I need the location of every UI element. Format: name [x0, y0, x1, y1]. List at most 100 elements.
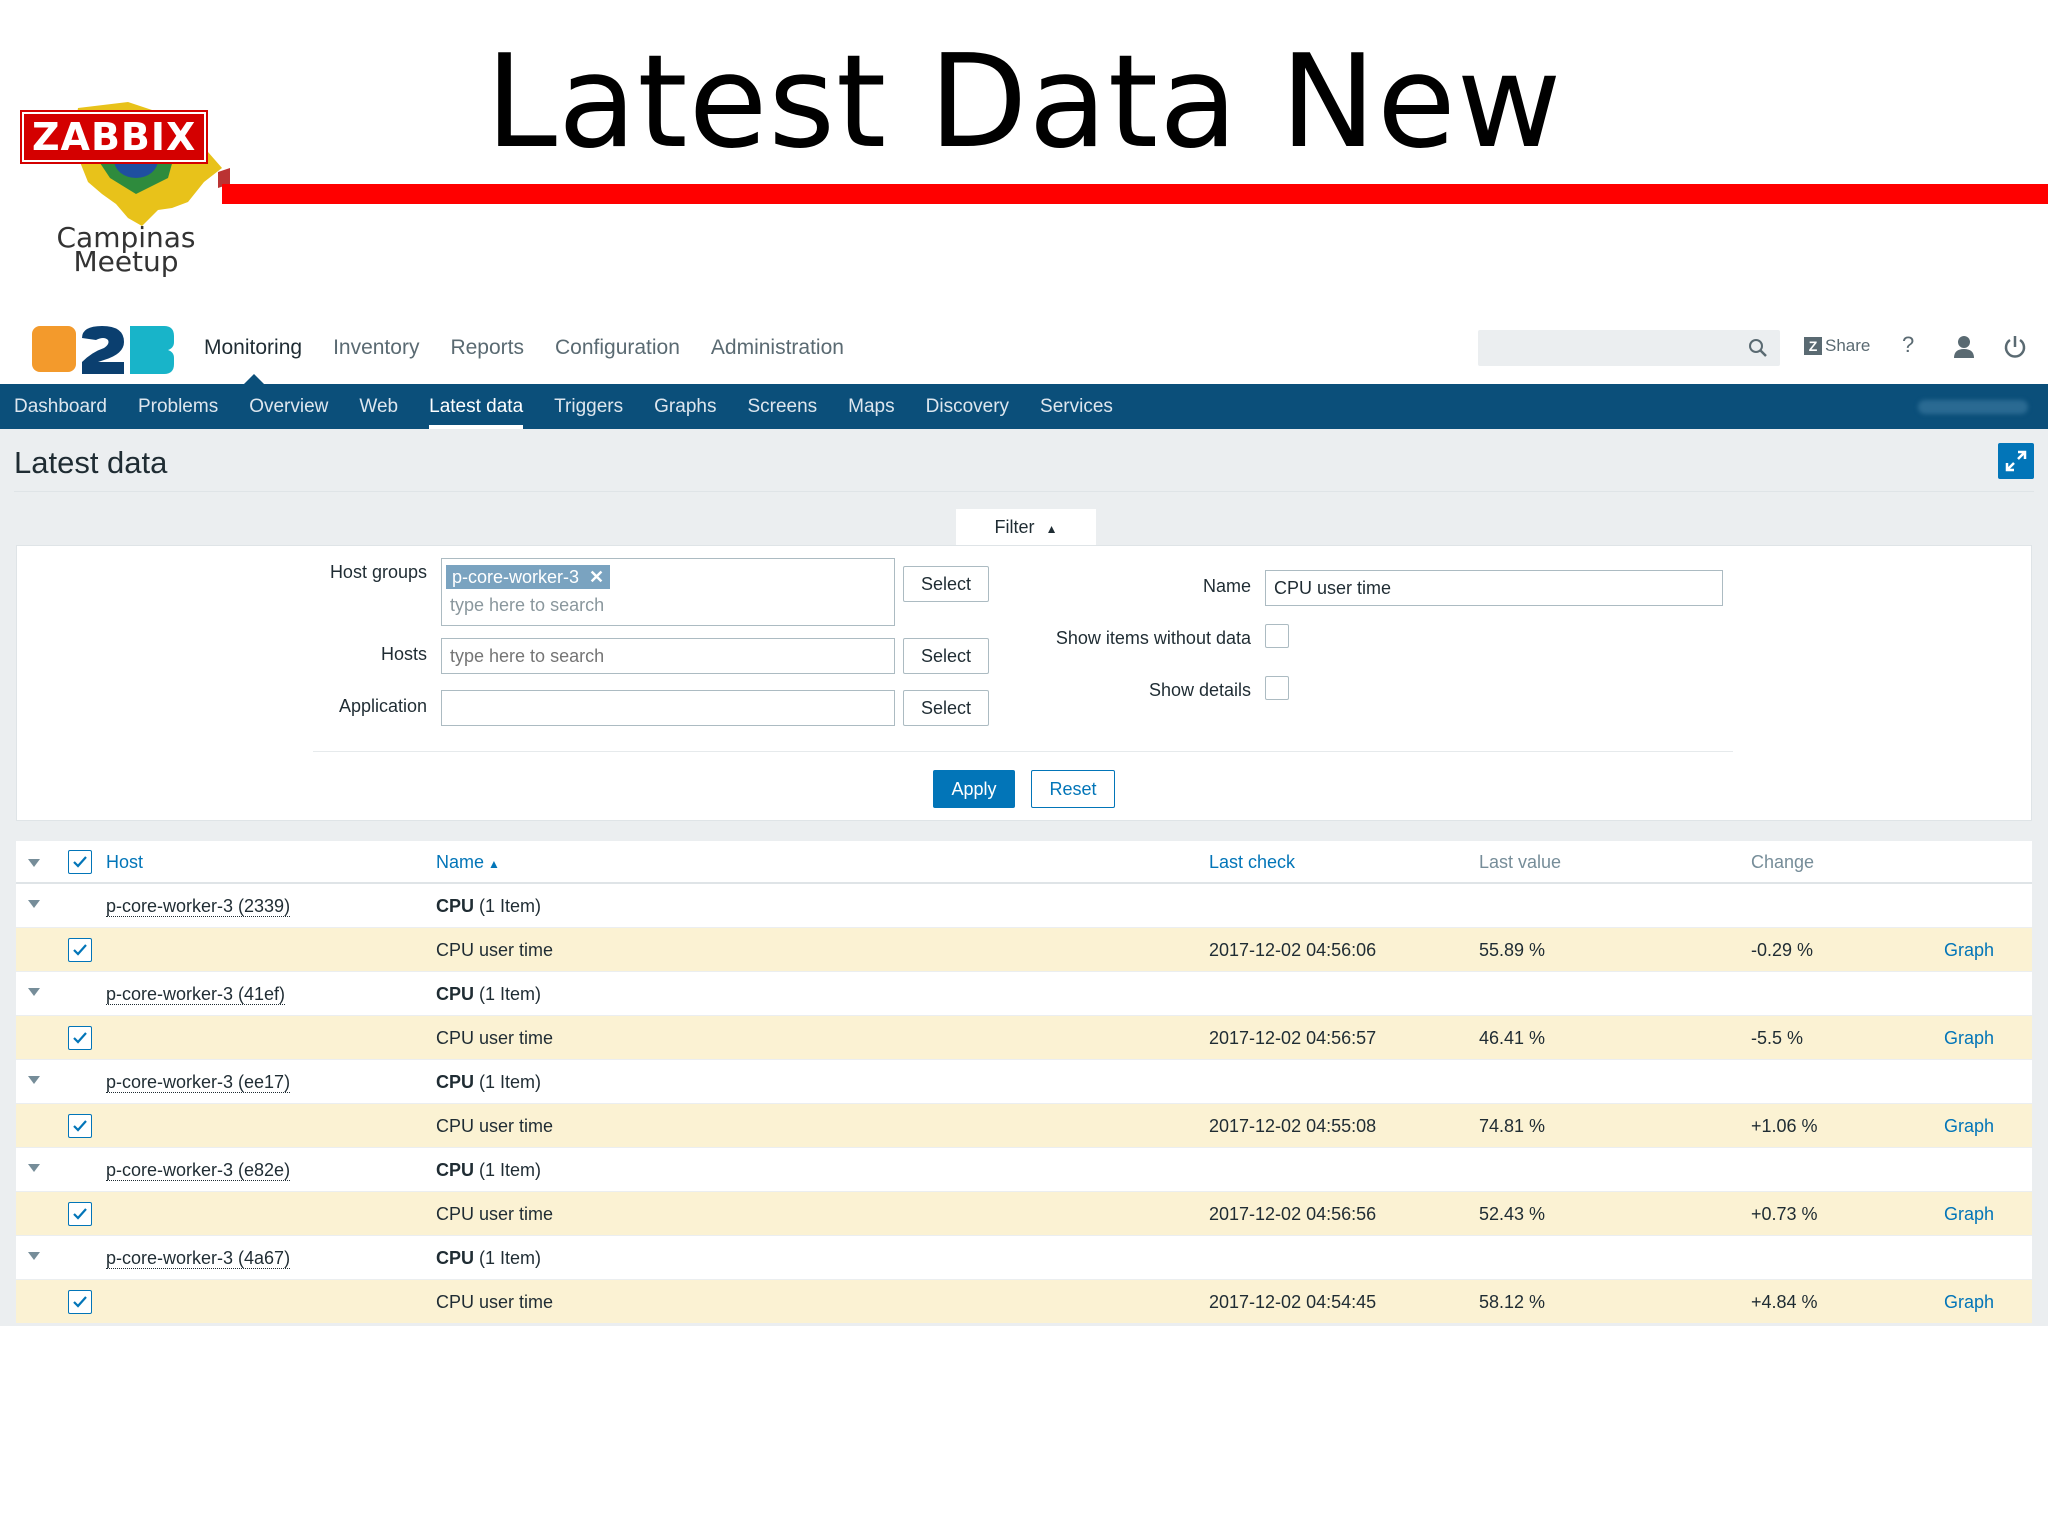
filter-tab-label: Filter: [994, 517, 1035, 537]
collapse-group-icon[interactable]: [28, 900, 40, 908]
menu-reports[interactable]: Reports: [450, 312, 524, 384]
application-count: (1 Item): [479, 1248, 542, 1268]
host-link[interactable]: p-core-worker-3 (e82e): [106, 1160, 291, 1181]
table-row-host: p-core-worker-3 (41ef) CPU (1 Item): [16, 972, 2032, 1016]
host-cell: p-core-worker-3 (e82e): [106, 1148, 291, 1192]
graph-link[interactable]: Graph: [1944, 1104, 1994, 1148]
search-icon[interactable]: [1748, 338, 1768, 358]
graph-link[interactable]: Graph: [1944, 1016, 1994, 1060]
meetup-text-line2: Meetup: [73, 245, 179, 278]
item-last-value: 55.89 %: [1479, 940, 1546, 960]
item-change: -0.29 %: [1751, 940, 1814, 960]
application-label: Application: [338, 696, 427, 716]
item-last-check: 2017-12-02 04:56:06: [1209, 940, 1377, 960]
check-icon: [73, 856, 87, 868]
remove-chip-icon[interactable]: ✕: [589, 567, 604, 587]
apply-button[interactable]: Apply: [933, 770, 1015, 808]
show-without-data-checkbox[interactable]: [1265, 624, 1289, 648]
collapse-group-icon[interactable]: [28, 1076, 40, 1084]
item-last-value: 58.12 %: [1479, 1292, 1546, 1312]
subnav-problems[interactable]: Problems: [138, 384, 218, 429]
collapse-all-icon[interactable]: [28, 859, 40, 867]
table-body: p-core-worker-3 (2339) CPU (1 Item) CPU …: [16, 884, 2032, 1324]
application-name: CPU: [436, 1248, 475, 1268]
host-link[interactable]: p-core-worker-3 (41ef): [106, 984, 286, 1005]
fullscreen-button[interactable]: [1998, 443, 2034, 479]
show-details-label: Show details: [1148, 680, 1251, 700]
check-icon: [73, 1032, 87, 1044]
host-link[interactable]: p-core-worker-3 (2339): [106, 896, 291, 917]
menu-configuration[interactable]: Configuration: [555, 312, 680, 384]
hosts-input[interactable]: [441, 638, 895, 674]
column-last-value: Last value: [1479, 852, 1562, 872]
slide-title: Latest Data New: [485, 28, 1563, 177]
search-input[interactable]: [1478, 330, 1780, 366]
item-checkbox[interactable]: [68, 1114, 92, 1138]
check-icon: [73, 944, 87, 956]
main-menu: Monitoring Inventory Reports Configurati…: [204, 312, 875, 384]
item-name: CPU user time: [436, 1292, 554, 1312]
collapse-group-icon[interactable]: [28, 1164, 40, 1172]
collapse-group-icon[interactable]: [28, 1252, 40, 1260]
name-input[interactable]: CPU user time: [1265, 570, 1723, 606]
graph-link[interactable]: Graph: [1944, 1192, 1994, 1236]
item-checkbox[interactable]: [68, 1202, 92, 1226]
item-last-value: 46.41 %: [1479, 1028, 1546, 1048]
menu-inventory[interactable]: Inventory: [333, 312, 419, 384]
fullscreen-icon: [2005, 450, 2027, 472]
subnav-web[interactable]: Web: [359, 384, 398, 429]
share-link[interactable]: Z Share: [1804, 336, 1870, 356]
column-host[interactable]: Host: [106, 841, 143, 884]
item-name: CPU user time: [436, 1116, 554, 1136]
sign-out-power-icon[interactable]: [2002, 334, 2028, 360]
graph-link[interactable]: Graph: [1944, 1280, 1994, 1324]
subnav-maps[interactable]: Maps: [848, 384, 894, 429]
host-groups-multiselect[interactable]: p-core-worker-3 ✕ type here to search: [441, 558, 895, 626]
application-cell: CPU (1 Item): [436, 1148, 541, 1192]
hosts-label: Hosts: [380, 644, 427, 664]
item-change: +0.73 %: [1751, 1204, 1818, 1224]
menu-monitoring[interactable]: Monitoring: [204, 312, 302, 384]
title-divider: [14, 491, 2034, 492]
help-icon[interactable]: ?: [1902, 332, 1914, 358]
item-checkbox[interactable]: [68, 1026, 92, 1050]
application-input[interactable]: [441, 690, 895, 726]
subnav-discovery[interactable]: Discovery: [926, 384, 1009, 429]
item-checkbox[interactable]: [68, 1290, 92, 1314]
table-header: Host Name ▲ Last check Last value Change: [16, 841, 2032, 884]
item-checkbox[interactable]: [68, 938, 92, 962]
menu-administration[interactable]: Administration: [711, 312, 844, 384]
filter-tab[interactable]: Filter ▲: [956, 509, 1096, 545]
host-cell: p-core-worker-3 (4a67): [106, 1236, 291, 1280]
table-row-item: CPU user time 2017-12-02 04:56:57 46.41 …: [16, 1016, 2032, 1060]
subnav-triggers[interactable]: Triggers: [554, 384, 623, 429]
subnav-services[interactable]: Services: [1040, 384, 1113, 429]
host-link[interactable]: p-core-worker-3 (4a67): [106, 1248, 291, 1269]
show-details-checkbox[interactable]: [1265, 676, 1289, 700]
reset-button[interactable]: Reset: [1031, 770, 1115, 808]
column-change: Change: [1751, 852, 1815, 872]
subnav-overview[interactable]: Overview: [249, 384, 328, 429]
subnav-dashboard[interactable]: Dashboard: [14, 384, 107, 429]
collapse-group-icon[interactable]: [28, 988, 40, 996]
top-header: Monitoring Inventory Reports Configurati…: [0, 312, 2048, 384]
subnav-screens[interactable]: Screens: [747, 384, 817, 429]
page-content: Latest data Filter ▲ Host groups p-core-…: [0, 429, 2048, 1326]
item-name: CPU user time: [436, 1204, 554, 1224]
column-last-check[interactable]: Last check: [1209, 841, 1295, 884]
item-last-check: 2017-12-02 04:54:45: [1209, 1292, 1377, 1312]
subnav-latest-data[interactable]: Latest data: [429, 384, 524, 429]
check-icon: [73, 1208, 87, 1220]
application-count: (1 Item): [479, 896, 542, 916]
host-link[interactable]: p-core-worker-3 (ee17): [106, 1072, 291, 1093]
table-row-host: p-core-worker-3 (4a67) CPU (1 Item): [16, 1236, 2032, 1280]
select-all-checkbox[interactable]: [68, 850, 92, 874]
page-title: Latest data: [14, 445, 168, 480]
application-cell: CPU (1 Item): [436, 1236, 541, 1280]
table-row-host: p-core-worker-3 (2339) CPU (1 Item): [16, 884, 2032, 928]
column-name[interactable]: Name ▲: [436, 841, 500, 886]
graph-link[interactable]: Graph: [1944, 928, 1994, 972]
subnav-graphs[interactable]: Graphs: [654, 384, 716, 429]
application-count: (1 Item): [479, 984, 542, 1004]
user-profile-icon[interactable]: [1952, 334, 1976, 360]
